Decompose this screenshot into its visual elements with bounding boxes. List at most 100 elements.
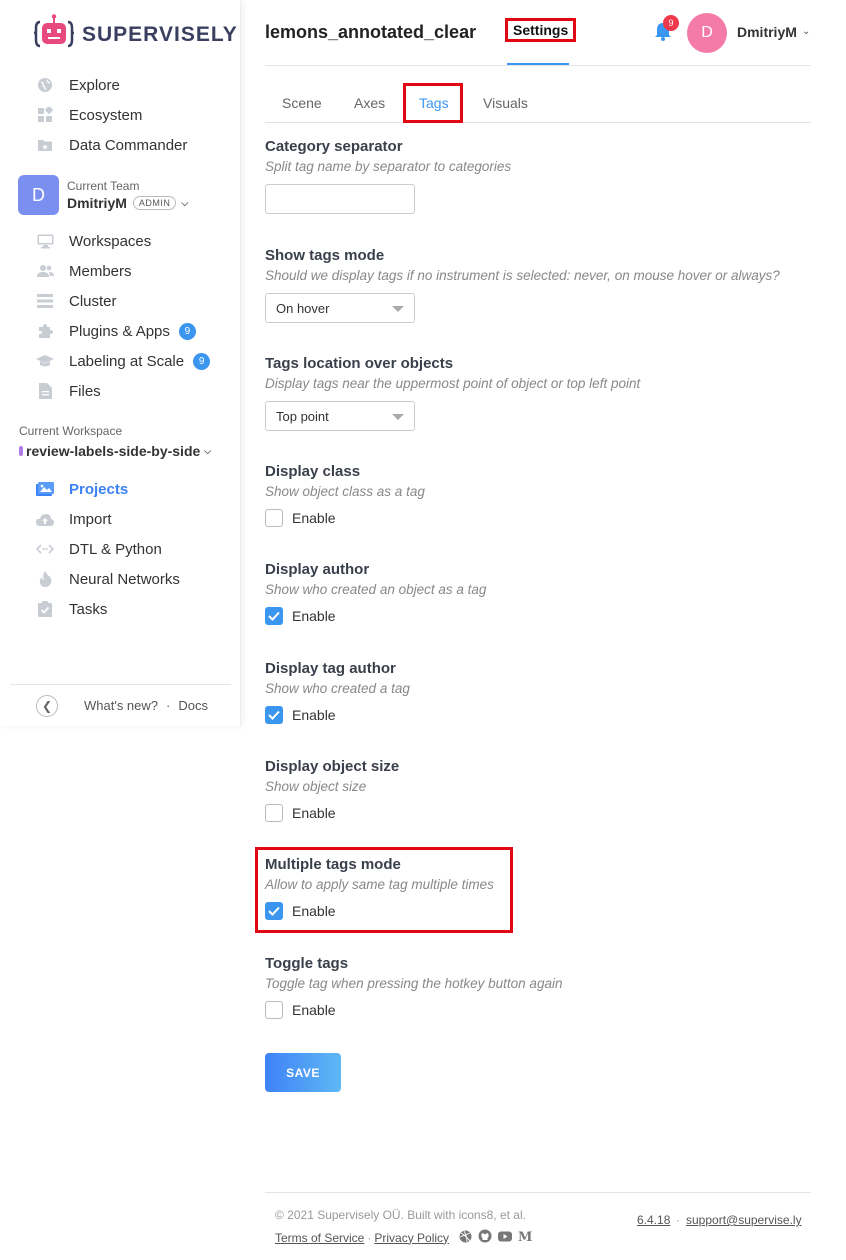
privacy-link[interactable]: Privacy Policy	[374, 1231, 449, 1245]
cloud-upload-icon	[36, 510, 54, 528]
sidebar: SUPERVISELY Explore Ecosystem Data Comma…	[0, 0, 241, 726]
brand-name: SUPERVISELY	[82, 22, 238, 46]
checkbox-label: Enable	[292, 805, 336, 821]
show-tags-mode-section: Show tags mode Should we display tags if…	[265, 247, 780, 323]
sidebar-item-label: Explore	[69, 76, 120, 94]
sidebar-item-explore[interactable]: Explore	[0, 70, 241, 100]
section-title: Show tags mode	[265, 247, 385, 264]
logo[interactable]: SUPERVISELY	[33, 14, 238, 55]
clipboard-check-icon	[36, 600, 54, 618]
category-separator-input[interactable]	[265, 184, 415, 214]
footer-divider	[265, 1192, 811, 1193]
images-icon	[36, 480, 54, 498]
sidebar-item-neural-networks[interactable]: Neural Networks	[0, 564, 241, 594]
sidebar-item-label: Neural Networks	[69, 570, 180, 588]
sidebar-item-label: Workspaces	[69, 232, 152, 250]
display-tag-author-checkbox-row[interactable]: Enable	[265, 706, 410, 724]
display-author-checkbox[interactable]	[265, 607, 283, 625]
category-separator-section: Category separator Split tag name by sep…	[265, 138, 511, 214]
sidebar-item-label: Data Commander	[69, 136, 188, 154]
caret-down-icon	[392, 306, 404, 312]
sidebar-item-workspaces[interactable]: Workspaces	[0, 226, 241, 256]
section-description: Show object class as a tag	[265, 484, 425, 499]
user-name[interactable]: DmitriyM	[737, 24, 797, 40]
sidebar-item-tasks[interactable]: Tasks	[0, 594, 241, 624]
sidebar-footer: ❮ What's new? · Docs	[10, 684, 231, 726]
section-description: Display tags near the uppermost point of…	[265, 376, 641, 391]
role-badge: ADMIN	[132, 196, 177, 210]
page-title: lemons_annotated_clear	[265, 22, 477, 42]
display-tag-author-section: Display tag author Show who created a ta…	[265, 660, 410, 724]
footer-links: Terms of Service · Privacy Policy M	[275, 1229, 532, 1246]
checkbox-label: Enable	[292, 707, 336, 723]
sidebar-item-label: Tasks	[69, 600, 108, 618]
sidebar-item-label: Labeling at Scale	[69, 352, 185, 370]
section-description: Split tag name by separator to categorie…	[265, 159, 512, 174]
copyright-text: © 2021 Supervisely OÜ. Built with icons8…	[275, 1208, 526, 1222]
docs-link[interactable]: Docs	[178, 698, 208, 713]
show-tags-mode-select[interactable]: On hover	[265, 293, 415, 323]
display-object-size-checkbox-row[interactable]: Enable	[265, 804, 399, 822]
section-title: Display author	[265, 561, 370, 578]
tags-location-section: Tags location over objects Display tags …	[265, 355, 640, 431]
team-label: Current Team	[67, 179, 140, 193]
checkbox-label: Enable	[292, 1002, 336, 1018]
caret-down-icon	[392, 414, 404, 420]
display-object-size-checkbox[interactable]	[265, 804, 283, 822]
code-icon	[36, 540, 54, 558]
display-class-checkbox-row[interactable]: Enable	[265, 509, 425, 527]
tab-scene[interactable]: Scene	[282, 95, 322, 111]
tab-visuals[interactable]: Visuals	[483, 95, 528, 111]
display-author-checkbox-row[interactable]: Enable	[265, 607, 486, 625]
sidebar-item-cluster[interactable]: Cluster	[0, 286, 241, 316]
terms-link[interactable]: Terms of Service	[275, 1231, 364, 1245]
multiple-tags-mode-highlight	[255, 847, 513, 933]
sidebar-item-label: Ecosystem	[69, 106, 143, 124]
save-button[interactable]: SAVE	[265, 1053, 341, 1092]
display-tag-author-checkbox[interactable]	[265, 706, 283, 724]
team-switcher[interactable]: D Current Team DmitriyM ADMIN ⌵	[18, 175, 188, 215]
sidebar-item-label: Members	[69, 262, 132, 280]
checkbox-label: Enable	[292, 510, 336, 526]
toggle-tags-checkbox[interactable]	[265, 1001, 283, 1019]
workspace-label: Current Workspace	[19, 424, 123, 438]
dribbble-icon[interactable]	[459, 1230, 472, 1246]
sidebar-item-ecosystem[interactable]: Ecosystem	[0, 100, 241, 130]
display-class-checkbox[interactable]	[265, 509, 283, 527]
sidebar-item-members[interactable]: Members	[0, 256, 241, 286]
robot-logo-icon	[33, 14, 75, 55]
tags-location-select[interactable]: Top point	[265, 401, 415, 431]
sidebar-item-projects[interactable]: Projects	[0, 474, 241, 504]
section-title: Display tag author	[265, 660, 396, 677]
github-icon[interactable]	[478, 1229, 492, 1246]
team-name: DmitriyM	[67, 195, 127, 211]
tab-axes[interactable]: Axes	[354, 95, 385, 111]
sidebar-item-labeling-at-scale[interactable]: Labeling at Scale 9	[0, 346, 241, 376]
puzzle-icon	[36, 322, 54, 340]
sidebar-item-files[interactable]: Files	[0, 376, 241, 406]
checkbox-label: Enable	[292, 608, 336, 624]
sidebar-item-data-commander[interactable]: Data Commander	[0, 130, 241, 160]
version-link[interactable]: 6.4.18	[637, 1213, 670, 1227]
chevron-down-icon[interactable]: ⌄	[802, 26, 810, 37]
whats-new-link[interactable]: What's new?	[84, 698, 158, 713]
sidebar-item-plugins-apps[interactable]: Plugins & Apps 9	[0, 316, 241, 346]
support-email-link[interactable]: support@supervise.ly	[686, 1213, 802, 1227]
footer-separator: ·	[676, 1213, 680, 1227]
avatar[interactable]: D	[687, 13, 727, 53]
chevron-down-icon: ⌵	[204, 445, 212, 456]
toggle-tags-checkbox-row[interactable]: Enable	[265, 1001, 562, 1019]
tab-settings[interactable]: Settings	[505, 18, 577, 42]
graduation-cap-icon	[36, 352, 54, 370]
settings-subtabs: Scene Axes Tags Visuals	[265, 83, 811, 123]
section-description: Show who created an object as a tag	[265, 582, 487, 597]
sidebar-item-dtl-python[interactable]: DTL & Python	[0, 534, 241, 564]
select-value: Top point	[276, 408, 329, 424]
toggle-tags-section: Toggle tags Toggle tag when pressing the…	[265, 955, 562, 1019]
workspace-switcher[interactable]: review-labels-side-by-side ⌵	[19, 443, 211, 459]
sidebar-item-import[interactable]: Import	[0, 504, 241, 534]
medium-icon[interactable]: M	[518, 1230, 532, 1245]
collapse-sidebar-button[interactable]: ❮	[36, 694, 58, 717]
sidebar-item-label: DTL & Python	[69, 540, 162, 558]
youtube-icon[interactable]	[498, 1231, 513, 1245]
